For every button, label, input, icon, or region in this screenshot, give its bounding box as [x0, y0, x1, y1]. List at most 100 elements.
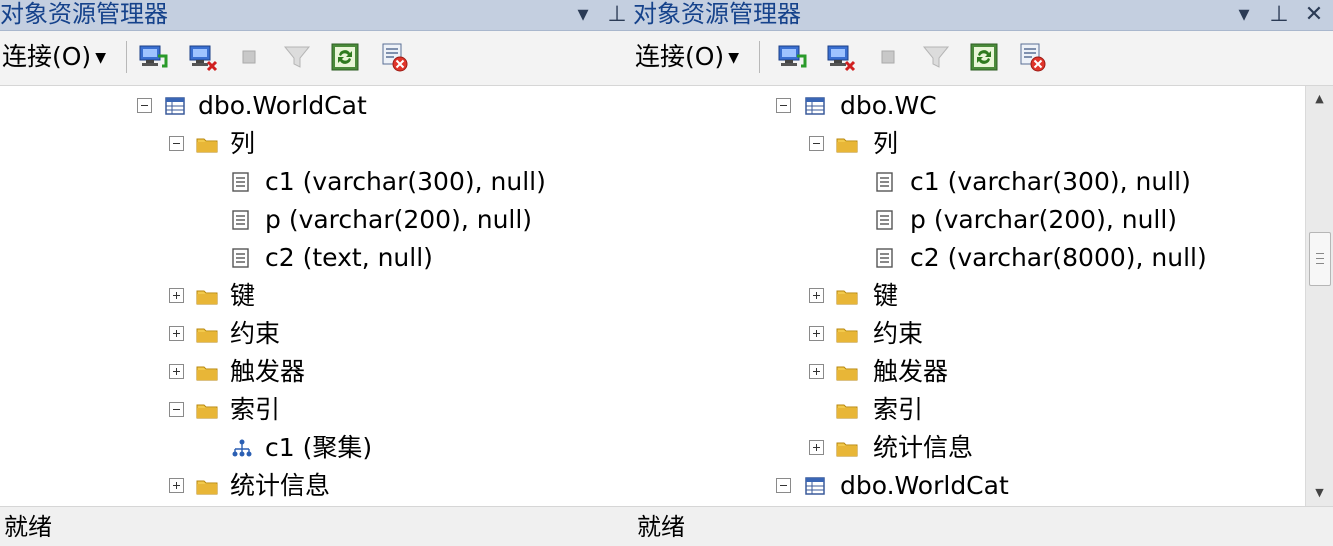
collapse-icon[interactable] — [169, 136, 184, 151]
scroll-down-icon[interactable]: ▼ — [1306, 480, 1333, 506]
tree-node-index[interactable]: c1 (聚集) — [0, 429, 600, 467]
tree-label: 统计信息 — [230, 471, 331, 500]
tree-label: c1 (varchar(300), null) — [265, 167, 546, 196]
connect-object-explorer-icon[interactable] — [136, 40, 170, 74]
tree-node-triggers[interactable]: 触发器 — [0, 353, 600, 391]
tree-label: 索引 — [230, 395, 281, 424]
tree-node-triggers[interactable]: 触发器 — [633, 353, 1293, 391]
tree-label: 约束 — [230, 319, 281, 348]
tree-label: dbo.WorldCat — [198, 91, 367, 120]
column-icon — [230, 209, 252, 231]
folder-icon — [836, 323, 858, 345]
stop-icon[interactable] — [871, 40, 905, 74]
status-text: 就绪 — [637, 513, 685, 541]
tree-node-column[interactable]: p (varchar(200), null) — [633, 201, 1293, 239]
folder-icon — [196, 361, 218, 383]
collapse-icon[interactable] — [809, 136, 824, 151]
tree-node-statistics[interactable]: 统计信息 — [633, 429, 1293, 467]
tree-node-keys[interactable]: 键 — [0, 277, 600, 315]
expand-icon[interactable] — [809, 364, 824, 379]
tree-label: 列 — [873, 129, 899, 158]
close-icon[interactable]: ✕ — [1301, 0, 1327, 30]
column-icon — [230, 247, 252, 269]
refresh-icon[interactable] — [967, 40, 1001, 74]
expand-icon[interactable] — [809, 440, 824, 455]
tree-node-columns[interactable]: 列 — [0, 125, 600, 163]
folder-icon — [196, 133, 218, 155]
filter-icon[interactable] — [919, 40, 953, 74]
tree-label: 索引 — [873, 395, 924, 424]
disconnect-icon[interactable] — [186, 40, 220, 74]
window-position-dropdown-icon[interactable]: ▾ — [1231, 0, 1257, 30]
scroll-up-icon[interactable]: ▲ — [1306, 86, 1333, 112]
tree-node-keys[interactable]: 键 — [633, 277, 1293, 315]
tree-label: c2 (varchar(8000), null) — [910, 243, 1207, 272]
expand-icon[interactable] — [169, 364, 184, 379]
connect-dropdown[interactable]: 连接(O) ▼ — [2, 40, 106, 74]
expand-icon[interactable] — [169, 326, 184, 341]
connect-label: 连接(O) — [2, 42, 92, 71]
titlebar: 对象资源管理器 ▾ ⊥ — [0, 0, 633, 31]
stop-icon[interactable] — [232, 40, 266, 74]
toolbar-separator — [126, 41, 127, 73]
toolbar-separator — [759, 41, 760, 73]
tree-node-constraints[interactable]: 约束 — [0, 315, 600, 353]
folder-icon — [836, 361, 858, 383]
tree-node-columns[interactable]: 列 — [633, 125, 1293, 163]
titlebar: 对象资源管理器 ▾ ⊥ ✕ — [633, 0, 1333, 31]
expand-icon[interactable] — [809, 326, 824, 341]
column-icon — [230, 171, 252, 193]
tree-label: c2 (text, null) — [265, 243, 433, 272]
column-icon — [874, 247, 896, 269]
disconnect-icon[interactable] — [824, 40, 858, 74]
vertical-scrollbar[interactable]: ▲ ▼ — [1305, 86, 1333, 506]
status-bar: 就绪 — [0, 506, 633, 546]
connect-dropdown[interactable]: 连接(O) ▼ — [635, 40, 739, 74]
table-icon — [164, 95, 186, 117]
collapse-icon[interactable] — [776, 478, 791, 493]
column-icon — [874, 171, 896, 193]
status-text: 就绪 — [4, 513, 52, 541]
folder-icon — [196, 285, 218, 307]
dropdown-arrow-icon: ▼ — [95, 50, 106, 66]
pin-icon[interactable]: ⊥ — [1266, 0, 1292, 30]
tree-node-table[interactable]: dbo.WorldCat — [633, 467, 1293, 505]
tree-node-column[interactable]: c1 (varchar(300), null) — [0, 163, 600, 201]
tree-node-table[interactable]: dbo.WorldCat — [0, 87, 600, 125]
scrollbar-thumb[interactable] — [1309, 232, 1331, 286]
tree-node-statistics[interactable]: 统计信息 — [0, 467, 600, 505]
tree-node-table[interactable]: dbo.WC — [633, 87, 1293, 125]
tree-node-indexes[interactable]: 索引 — [0, 391, 600, 429]
expand-icon[interactable] — [169, 478, 184, 493]
table-icon — [804, 95, 826, 117]
pin-icon[interactable]: ⊥ — [604, 0, 630, 30]
folder-icon — [836, 437, 858, 459]
tree-label: 列 — [230, 129, 256, 158]
expand-icon[interactable] — [809, 288, 824, 303]
tree-node-column[interactable]: c2 (varchar(8000), null) — [633, 239, 1293, 277]
grip-line — [1316, 258, 1324, 259]
refresh-icon[interactable] — [328, 40, 362, 74]
stop-summary-icon[interactable] — [377, 40, 411, 74]
tree-node-indexes[interactable]: 索引 — [633, 391, 1293, 429]
tree-node-constraints[interactable]: 约束 — [633, 315, 1293, 353]
tree-label: c1 (聚集) — [265, 433, 373, 462]
collapse-icon[interactable] — [137, 98, 152, 113]
expand-icon[interactable] — [169, 288, 184, 303]
folder-icon — [836, 285, 858, 307]
stop-summary-icon[interactable] — [1015, 40, 1049, 74]
window-position-dropdown-icon[interactable]: ▾ — [570, 0, 596, 30]
tree-label: 统计信息 — [873, 433, 974, 462]
tree-node-column[interactable]: c1 (varchar(300), null) — [633, 163, 1293, 201]
tree-label: 约束 — [873, 319, 924, 348]
tree-node-column[interactable]: c2 (text, null) — [0, 239, 600, 277]
tree-label: 键 — [230, 281, 256, 310]
folder-icon — [196, 323, 218, 345]
filter-icon[interactable] — [280, 40, 314, 74]
collapse-icon[interactable] — [776, 98, 791, 113]
status-bar: 就绪 — [633, 506, 1333, 546]
index-icon — [231, 437, 253, 459]
tree-node-column[interactable]: p (varchar(200), null) — [0, 201, 600, 239]
connect-object-explorer-icon[interactable] — [775, 40, 809, 74]
collapse-icon[interactable] — [169, 402, 184, 417]
